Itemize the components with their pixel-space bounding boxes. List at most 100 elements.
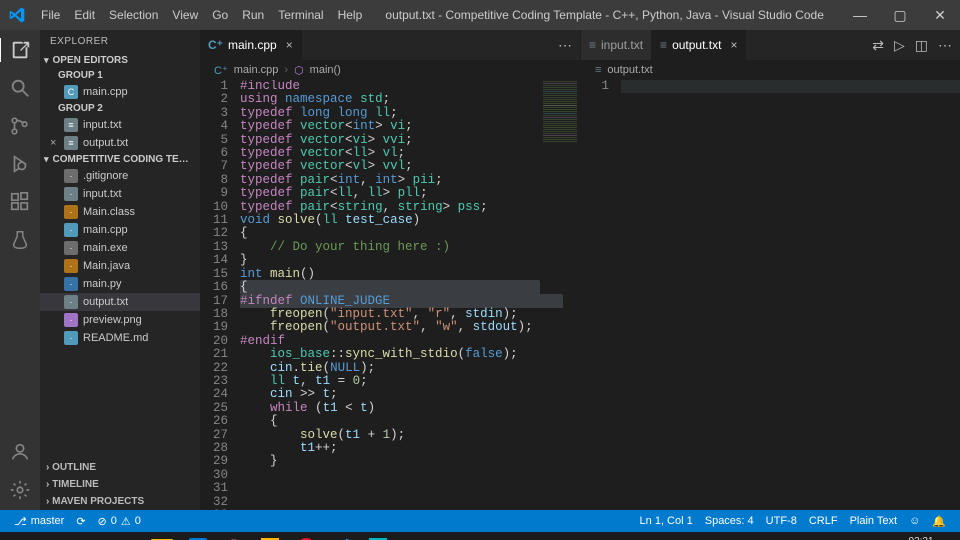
indentation[interactable]: Spaces: 4 xyxy=(699,515,760,528)
file--gitignore[interactable]: ·.gitignore xyxy=(40,167,200,185)
sidebar-title: EXPLORER xyxy=(40,30,200,53)
file-Main-class[interactable]: ·Main.class xyxy=(40,203,200,221)
cortana-button[interactable] xyxy=(72,532,108,540)
search-icon[interactable] xyxy=(8,76,32,100)
group2-label: GROUP 2 xyxy=(40,101,200,116)
split-icon[interactable]: ◫ xyxy=(915,37,928,54)
open-editor-input[interactable]: ≡input.txt xyxy=(40,116,200,134)
file-icon: · xyxy=(64,295,78,309)
explorer-taskbar[interactable] xyxy=(144,532,180,540)
file-Main-java[interactable]: ·Main.java xyxy=(40,257,200,275)
chrome-taskbar[interactable] xyxy=(216,532,252,540)
menu-view[interactable]: View xyxy=(165,2,205,28)
warning-icon: ⚠ xyxy=(121,515,131,528)
file-icon: · xyxy=(64,259,78,273)
folder-section[interactable]: ▾COMPETITIVE CODING TEMPLATE - C+… xyxy=(40,152,200,167)
clock[interactable]: 02:2130-04-2020 xyxy=(882,536,933,540)
maven-section[interactable]: › MAVEN PROJECTS xyxy=(40,493,200,510)
run-icon[interactable]: ▷ xyxy=(894,37,905,54)
file-main-cpp[interactable]: ·main.cpp xyxy=(40,221,200,239)
tab-maincpp[interactable]: C⁺ main.cpp × xyxy=(200,30,302,60)
file-icon: · xyxy=(64,277,78,291)
cpp-icon: C⁺ xyxy=(208,38,223,52)
menu-file[interactable]: File xyxy=(34,2,67,28)
open-editor-output[interactable]: ≡output.txt xyxy=(40,134,200,152)
system-tray[interactable]: ˄ 📶 🔊 ENG 02:2130-04-2020 💬 xyxy=(792,536,960,540)
file-output-txt[interactable]: ·output.txt xyxy=(40,293,200,311)
close-icon[interactable]: × xyxy=(286,38,293,52)
more-icon[interactable]: ⋯ xyxy=(558,37,572,54)
notifications-icon[interactable]: 🔔 xyxy=(926,515,952,528)
menu-go[interactable]: Go xyxy=(205,2,235,28)
error-icon: ⊘ xyxy=(98,515,107,528)
close-button[interactable]: ✕ xyxy=(920,1,960,30)
timeline-section[interactable]: › TIMELINE xyxy=(40,476,200,493)
file-main-py[interactable]: ·main.py xyxy=(40,275,200,293)
file-icon: · xyxy=(64,187,78,201)
minimize-button[interactable]: — xyxy=(840,1,880,30)
accounts-icon[interactable] xyxy=(8,440,32,464)
txt-icon: ≡ xyxy=(64,136,78,150)
chevron-right-icon: › xyxy=(284,64,288,76)
search-button[interactable] xyxy=(36,532,72,540)
status-bar: ⎇master ⟳ ⊘0 ⚠0 Ln 1, Col 1 Spaces: 4 UT… xyxy=(0,510,960,532)
vscode-logo-icon xyxy=(0,7,34,23)
minimap[interactable] xyxy=(540,80,580,180)
open-editor-maincpp[interactable]: Cmain.cpp xyxy=(40,83,200,101)
app5-taskbar[interactable] xyxy=(252,532,288,540)
cpp-icon: C⁺ xyxy=(214,64,228,77)
scm-icon[interactable] xyxy=(8,114,32,138)
testing-icon[interactable] xyxy=(8,228,32,252)
menu-run[interactable]: Run xyxy=(235,2,271,28)
debug-icon[interactable] xyxy=(8,152,32,176)
breadcrumb[interactable]: ≡ output.txt xyxy=(581,60,960,80)
file-icon: · xyxy=(64,205,78,219)
editor-area: C⁺ main.cpp × ⋯ C⁺ main.cpp › ⬡ main() 1… xyxy=(200,30,960,510)
file-input-txt[interactable]: ·input.txt xyxy=(40,185,200,203)
tab-output[interactable]: ≡ output.txt × xyxy=(652,30,746,60)
start-button[interactable] xyxy=(0,532,36,540)
settings-icon[interactable] xyxy=(8,478,32,502)
file-icon: · xyxy=(64,169,78,183)
explorer-icon[interactable] xyxy=(0,38,39,62)
app8-taskbar[interactable] xyxy=(360,532,396,540)
menu-help[interactable]: Help xyxy=(331,2,370,28)
problems-indicator[interactable]: ⊘0 ⚠0 xyxy=(92,515,147,528)
code-editor[interactable]: 1234567891011121314151617181920212223242… xyxy=(200,80,580,510)
tab-input[interactable]: ≡ input.txt xyxy=(581,30,652,60)
window-controls: — ▢ ✕ xyxy=(840,1,960,30)
open-editors-section[interactable]: ▾OPEN EDITORS xyxy=(40,53,200,68)
file-icon: · xyxy=(64,223,78,237)
more-icon[interactable]: ⋯ xyxy=(938,37,952,54)
maximize-button[interactable]: ▢ xyxy=(880,1,920,30)
close-icon[interactable]: × xyxy=(730,38,737,52)
compare-icon[interactable]: ⇄ xyxy=(872,37,884,54)
language-mode[interactable]: Plain Text xyxy=(844,515,904,528)
app3-taskbar[interactable] xyxy=(180,532,216,540)
file-main-exe[interactable]: ·main.exe xyxy=(40,239,200,257)
menu-terminal[interactable]: Terminal xyxy=(271,2,330,28)
outline-section[interactable]: › OUTLINE xyxy=(40,459,200,476)
extensions-icon[interactable] xyxy=(8,190,32,214)
txt-icon: ≡ xyxy=(64,118,78,132)
feedback-icon[interactable]: ☺ xyxy=(903,515,926,528)
txt-icon: ≡ xyxy=(660,38,667,52)
file-preview-png[interactable]: ·preview.png xyxy=(40,311,200,329)
window-title: output.txt - Competitive Coding Template… xyxy=(369,8,840,22)
menu-edit[interactable]: Edit xyxy=(67,2,102,28)
vscode-taskbar[interactable] xyxy=(324,532,360,540)
menu-selection[interactable]: Selection xyxy=(102,2,165,28)
file-icon: · xyxy=(64,241,78,255)
file-icon: · xyxy=(64,331,78,345)
encoding[interactable]: UTF-8 xyxy=(760,515,803,528)
branch-indicator[interactable]: ⎇master xyxy=(8,515,70,528)
sync-button[interactable]: ⟳ xyxy=(70,515,91,528)
cursor-position[interactable]: Ln 1, Col 1 xyxy=(634,515,699,528)
code-editor[interactable]: 1 xyxy=(581,80,960,510)
breadcrumb[interactable]: C⁺ main.cpp › ⬡ main() xyxy=(200,60,580,80)
eol[interactable]: CRLF xyxy=(803,515,844,528)
activity-bar xyxy=(0,30,40,510)
taskview-button[interactable] xyxy=(108,532,144,540)
file-README-md[interactable]: ·README.md xyxy=(40,329,200,347)
app6-taskbar[interactable] xyxy=(288,532,324,540)
